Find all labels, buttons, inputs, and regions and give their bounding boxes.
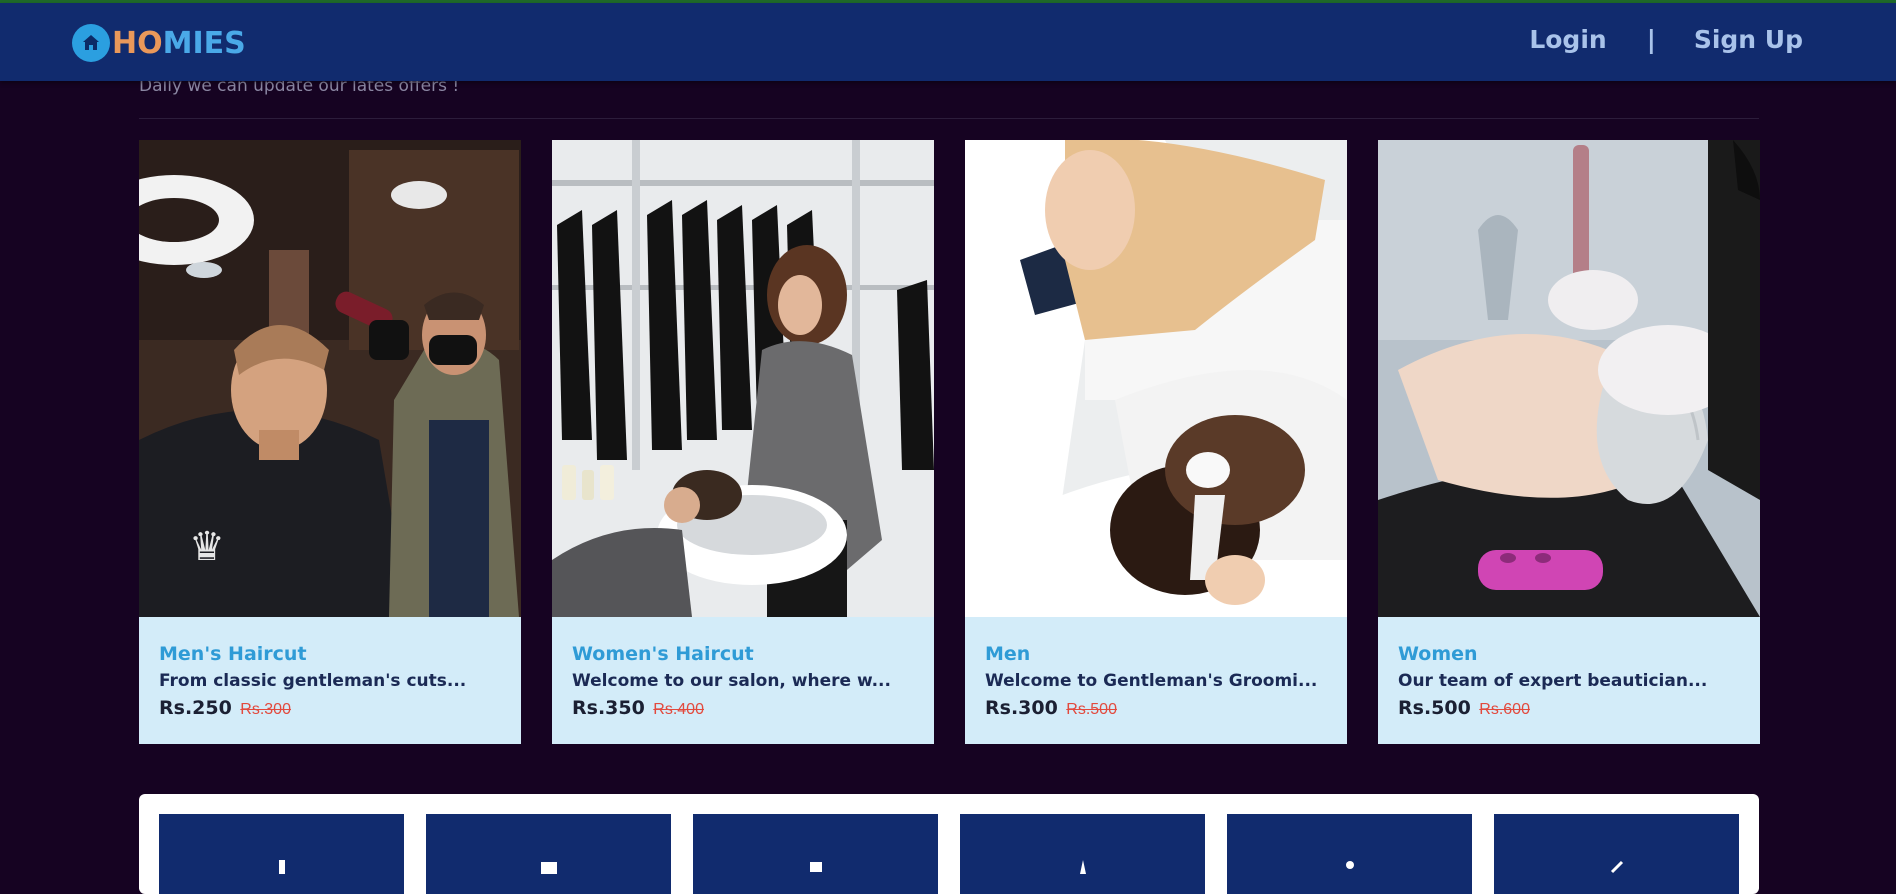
auth-links: Login | Sign Up bbox=[1529, 25, 1803, 54]
card-description: Welcome to Gentleman's Groomi... bbox=[985, 671, 1318, 691]
service-tile[interactable] bbox=[1494, 814, 1739, 894]
service-icon bbox=[809, 862, 822, 872]
card-price: Rs.250 bbox=[159, 697, 232, 719]
card-old-price: Rs.600 bbox=[1479, 701, 1530, 718]
card-price-row: Rs.500 Rs.600 bbox=[1398, 697, 1740, 719]
offer-cards: ♛ Men's Haircut From classic gentleman's… bbox=[139, 140, 1760, 744]
offer-card-womens-haircut[interactable]: Women's Haircut Welcome to our salon, wh… bbox=[552, 140, 934, 744]
logo-text-part2: MIES bbox=[162, 25, 246, 61]
mens-facial-photo bbox=[965, 140, 1347, 617]
services-panel bbox=[139, 794, 1759, 894]
womens-beauty-photo bbox=[1378, 140, 1760, 617]
card-price-row: Rs.300 Rs.500 bbox=[985, 697, 1327, 719]
card-price: Rs.300 bbox=[985, 697, 1058, 719]
svg-text:♛: ♛ bbox=[189, 524, 225, 570]
card-description: Welcome to our salon, where w... bbox=[572, 671, 891, 691]
service-tile[interactable] bbox=[693, 814, 938, 894]
card-price-row: Rs.250 Rs.300 bbox=[159, 697, 501, 719]
service-icon bbox=[1079, 860, 1086, 874]
card-price-row: Rs.350 Rs.400 bbox=[572, 697, 914, 719]
service-tile[interactable] bbox=[1227, 814, 1472, 894]
card-old-price: Rs.400 bbox=[653, 701, 704, 718]
offer-card-men[interactable]: Men Welcome to Gentleman's Groomi... Rs.… bbox=[965, 140, 1347, 744]
card-description: Our team of expert beautician... bbox=[1398, 671, 1708, 691]
service-icon bbox=[1610, 860, 1623, 874]
service-icon bbox=[1345, 861, 1354, 869]
card-description: From classic gentleman's cuts... bbox=[159, 671, 467, 691]
card-title: Women's Haircut bbox=[572, 643, 754, 665]
navbar: HOMIES Login | Sign Up bbox=[0, 3, 1896, 81]
signup-link[interactable]: Sign Up bbox=[1694, 25, 1803, 54]
service-icon bbox=[278, 860, 285, 874]
card-title: Women bbox=[1398, 643, 1478, 665]
offer-card-mens-haircut[interactable]: ♛ Men's Haircut From classic gentleman's… bbox=[139, 140, 521, 744]
logo-text: HOMIES bbox=[112, 26, 246, 61]
card-title: Men bbox=[985, 643, 1031, 665]
card-old-price: Rs.300 bbox=[240, 701, 291, 718]
card-old-price: Rs.500 bbox=[1066, 701, 1117, 718]
barber-haircut-photo: ♛ bbox=[139, 140, 521, 617]
login-link[interactable]: Login bbox=[1529, 25, 1606, 54]
card-price: Rs.500 bbox=[1398, 697, 1471, 719]
logo-text-part1: HO bbox=[112, 25, 163, 61]
card-title: Men's Haircut bbox=[159, 643, 307, 665]
section-divider bbox=[139, 118, 1759, 119]
service-tile[interactable] bbox=[426, 814, 671, 894]
logo[interactable]: HOMIES bbox=[72, 23, 246, 63]
home-icon bbox=[72, 24, 110, 62]
service-icon bbox=[540, 862, 557, 874]
service-tile[interactable] bbox=[159, 814, 404, 894]
card-price: Rs.350 bbox=[572, 697, 645, 719]
offer-card-women[interactable]: Women Our team of expert beautician... R… bbox=[1378, 140, 1760, 744]
nav-separator: | bbox=[1646, 25, 1656, 54]
salon-hairwash-photo bbox=[552, 140, 934, 617]
service-tile[interactable] bbox=[960, 814, 1205, 894]
